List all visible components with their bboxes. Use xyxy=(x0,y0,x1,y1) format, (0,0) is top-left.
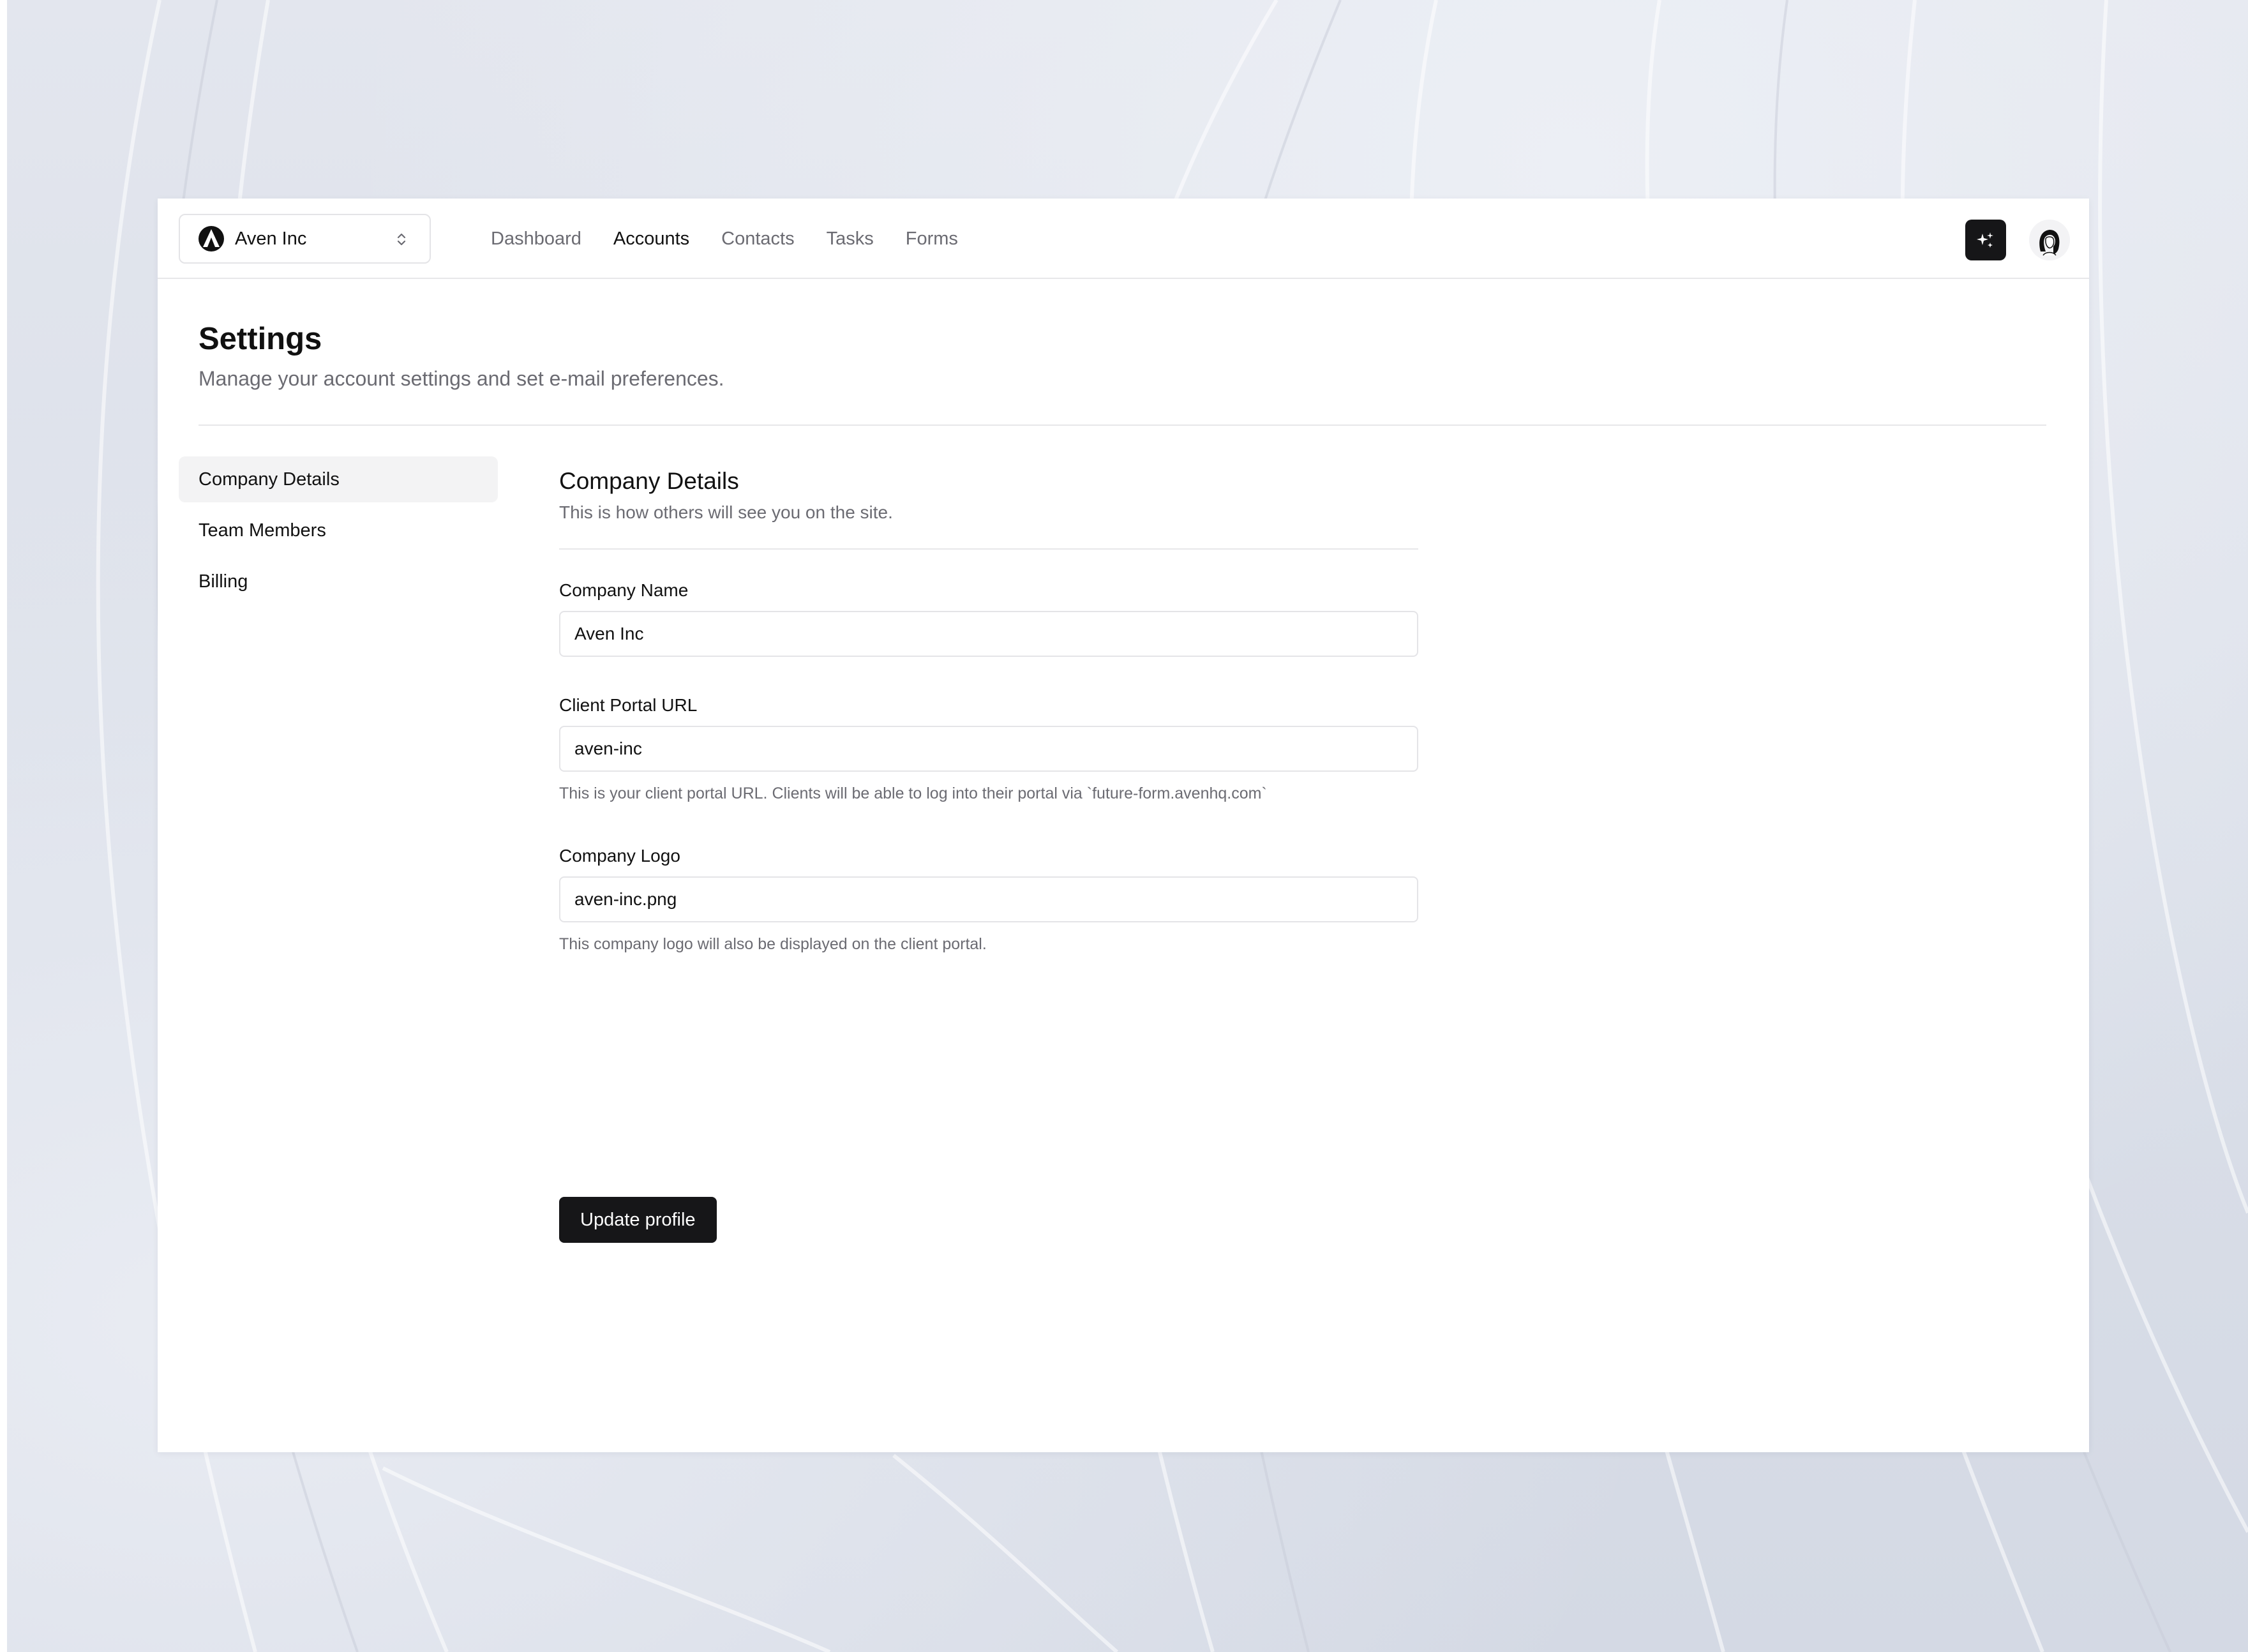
section-divider xyxy=(559,548,1418,550)
chevron-up-down-icon xyxy=(397,233,406,246)
header-divider xyxy=(199,424,2046,426)
aven-logo-icon xyxy=(199,226,224,252)
sparkles-icon xyxy=(1977,232,1993,248)
section-title: Company Details xyxy=(559,468,739,494)
screen-edge xyxy=(0,0,7,1652)
ai-assistant-button[interactable] xyxy=(1965,220,2006,260)
company-logo-help: This company logo will also be displayed… xyxy=(559,935,987,953)
user-avatar[interactable] xyxy=(2029,220,2070,260)
app-window: Aven Inc Dashboard Accounts Contacts Tas… xyxy=(158,199,2089,1452)
nav-item-accounts[interactable]: Accounts xyxy=(613,229,689,250)
nav-item-forms[interactable]: Forms xyxy=(906,229,958,250)
org-switcher[interactable]: Aven Inc xyxy=(179,214,431,264)
client-portal-url-input[interactable] xyxy=(559,726,1418,772)
avatar-illustration xyxy=(2029,220,2070,260)
org-name: Aven Inc xyxy=(235,229,307,249)
page-subtitle: Manage your account settings and set e-m… xyxy=(199,367,724,390)
settings-nav-billing[interactable]: Billing xyxy=(179,559,498,604)
settings-side-nav: Company Details Team Members Billing xyxy=(179,456,498,610)
top-navigation-bar: Aven Inc Dashboard Accounts Contacts Tas… xyxy=(158,199,2089,279)
nav-item-contacts[interactable]: Contacts xyxy=(721,229,794,250)
nav-item-dashboard[interactable]: Dashboard xyxy=(491,229,581,250)
main-nav: Dashboard Accounts Contacts Tasks Forms xyxy=(491,199,990,279)
section-subtitle: This is how others will see you on the s… xyxy=(559,502,893,522)
company-name-label: Company Name xyxy=(559,580,689,600)
page-title: Settings xyxy=(199,322,322,356)
client-portal-url-label: Client Portal URL xyxy=(559,695,698,715)
update-profile-button[interactable]: Update profile xyxy=(559,1197,717,1243)
company-logo-input[interactable] xyxy=(559,876,1418,922)
company-name-input[interactable] xyxy=(559,611,1418,657)
client-portal-url-help: This is your client portal URL. Clients … xyxy=(559,785,1267,802)
nav-item-tasks[interactable]: Tasks xyxy=(827,229,874,250)
settings-nav-team-members[interactable]: Team Members xyxy=(179,507,498,553)
company-logo-label: Company Logo xyxy=(559,846,680,866)
settings-nav-company-details[interactable]: Company Details xyxy=(179,456,498,502)
